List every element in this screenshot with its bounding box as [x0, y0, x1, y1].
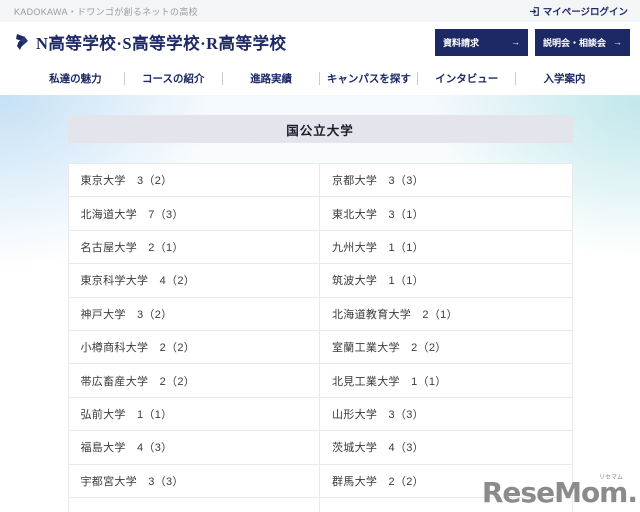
university-result-cell: 名古屋大学 2（1） — [69, 230, 320, 264]
table-row: 弘前大学 1（1） 山形大学 3（3） — [68, 397, 572, 432]
table-row: 名古屋大学 2（1） 九州大学 1（1） — [68, 230, 572, 265]
university-result-cell: 筑波大学 1（1） — [332, 275, 424, 288]
nav-item-interview[interactable]: インタビュー — [418, 71, 515, 86]
arrow-right-icon: → — [613, 37, 622, 47]
request-materials-label: 資料請求 — [443, 37, 480, 48]
table-row: 神戸大学 3（2） 北海道教育大学 2（1） — [68, 297, 572, 331]
page: KADOKAWA・ドワンゴが創るネットの高校 マイページログイン N高等学校·S… — [0, 0, 640, 512]
table-row: 福島大学 4（3） 茨城大学 4（3） — [68, 431, 572, 465]
briefing-consultation-label: 説明会・相談会 — [543, 37, 607, 48]
university-result-cell: 北見工業大学 1（1） — [332, 375, 447, 388]
table-row: 北海道大学 7（3） 東北大学 3（1） — [68, 197, 572, 231]
university-result-cell: 福島大学 4（3） — [69, 431, 320, 464]
main-section: 国公立大学 東京大学 3（2） 京都大学 3（3） 北海道大学 7（3） 東北大… — [0, 95, 640, 512]
top-utility-bar: KADOKAWA・ドワンゴが創るネットの高校 マイページログイン — [0, 0, 640, 22]
university-result-cell: 東北大学 3（1） — [332, 208, 424, 221]
main-nav-inner: 私達の魅力 コースの紹介 進路実績 キャンパスを探す インタビュー 入学案内 — [27, 71, 613, 86]
school-name[interactable]: N高等学校·S高等学校·R高等学校 — [36, 30, 287, 54]
resemom-watermark: リセマム ReseMom. — [482, 475, 638, 507]
nav-item-courses[interactable]: コースの紹介 — [125, 71, 222, 86]
briefing-consultation-button[interactable]: 説明会・相談会 → — [535, 28, 630, 56]
university-result-cell — [69, 497, 320, 512]
section-title: 国公立大学 — [67, 115, 573, 143]
mypage-login-link[interactable]: マイページログイン — [529, 4, 628, 18]
university-result-cell: 弘前大学 1（1） — [69, 397, 320, 431]
university-result-cell: 東京大学 3（2） — [69, 164, 320, 197]
table-row: 東京大学 3（2） 京都大学 3（3） — [68, 164, 572, 198]
university-result-cell: 神戸大学 3（2） — [69, 297, 320, 330]
table-row: 小樽商科大学 2（2） 室蘭工業大学 2（2） — [68, 330, 572, 365]
university-result-cell: 山形大学 3（3） — [332, 408, 424, 421]
university-result-cell: 北海道大学 7（3） — [69, 197, 320, 230]
school-logo-icon — [14, 32, 30, 52]
university-result-cell: 小樽商科大学 2（2） — [69, 330, 320, 364]
university-result-cell: 宇都宮大学 3（3） — [69, 464, 320, 497]
university-result-cell: 東京科学大学 4（2） — [69, 264, 320, 297]
site-header: N高等学校·S高等学校·R高等学校 資料請求 → 説明会・相談会 → — [0, 22, 640, 62]
nav-item-admissions[interactable]: 入学案内 — [516, 71, 613, 86]
nav-item-career-results[interactable]: 進路実績 — [223, 71, 320, 86]
university-result-cell: 北海道教育大学 2（1） — [332, 308, 458, 321]
resemom-watermark-ruby: リセマム — [598, 474, 623, 481]
table-row: 東京科学大学 4（2） 筑波大学 1（1） — [68, 264, 572, 298]
university-results-table: 東京大学 3（2） 京都大学 3（3） 北海道大学 7（3） 東北大学 3（1）… — [67, 163, 573, 512]
university-result-cell: 帯広畜産大学 2（2） — [69, 364, 320, 397]
university-result-cell: 茨城大学 4（3） — [332, 442, 424, 455]
university-result-cell: 京都大学 3（3） — [332, 175, 424, 188]
nav-item-appeal[interactable]: 私達の魅力 — [27, 71, 124, 86]
header-buttons: 資料請求 → 説明会・相談会 → — [435, 28, 630, 56]
table-row: 帯広畜産大学 2（2） 北見工業大学 1（1） — [68, 364, 572, 398]
university-result-cell: 室蘭工業大学 2（2） — [332, 342, 447, 355]
arrow-right-icon: → — [511, 37, 520, 47]
login-icon — [529, 6, 540, 17]
site-tagline: KADOKAWA・ドワンゴが創るネットの高校 — [14, 6, 198, 17]
university-result-cell: 九州大学 1（1） — [332, 241, 424, 254]
main-nav: 私達の魅力 コースの紹介 進路実績 キャンパスを探す インタビュー 入学案内 — [0, 62, 640, 95]
login-label: マイページログイン — [542, 7, 628, 18]
nav-item-find-campus[interactable]: キャンパスを探す — [320, 71, 417, 86]
request-materials-button[interactable]: 資料請求 → — [435, 28, 528, 56]
